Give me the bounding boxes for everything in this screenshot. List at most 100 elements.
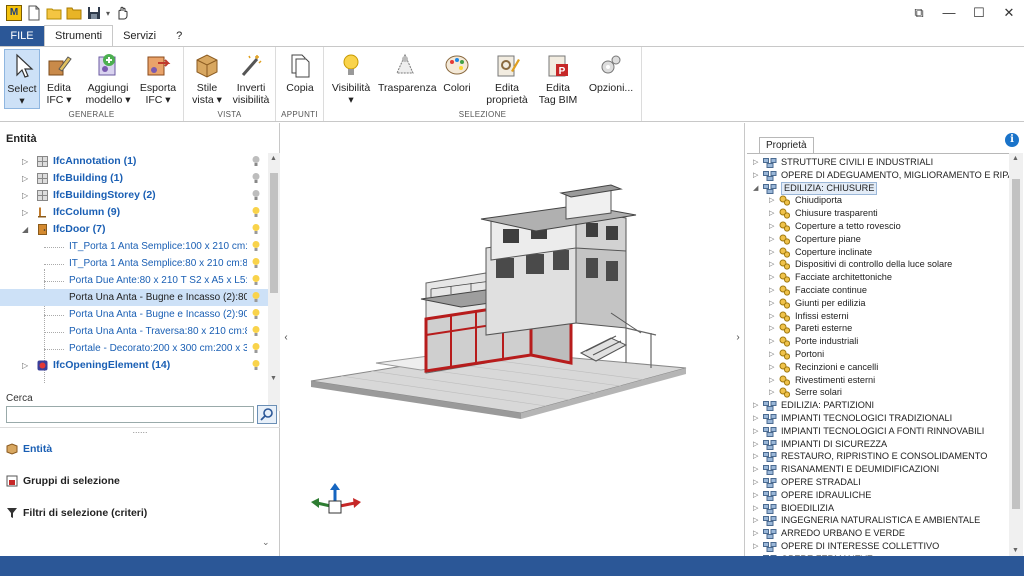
edita-ifc-button[interactable]: Edita IFC ▾ bbox=[42, 49, 76, 109]
property-subcategory-item[interactable]: ▷ Coperture inclinate bbox=[747, 246, 1009, 259]
visibility-bulb-icon[interactable] bbox=[251, 155, 261, 168]
expand-arrow-icon[interactable]: ▷ bbox=[769, 246, 774, 259]
visibility-bulb-icon[interactable] bbox=[251, 257, 261, 270]
tree-item-door-1[interactable]: IT_Porta 1 Anta Semplice:80 x 210 cm:80 … bbox=[0, 255, 268, 272]
expand-arrow-icon[interactable]: ▷ bbox=[22, 357, 28, 374]
expand-arrow-icon[interactable]: ▷ bbox=[753, 425, 758, 438]
property-category-item[interactable]: ▷ OPERE DI ADEGUAMENTO, MIGLIORAMENTO E R… bbox=[747, 169, 1009, 182]
panel-splitter[interactable]: ...... bbox=[0, 426, 280, 435]
expand-arrow-icon[interactable]: ▷ bbox=[753, 156, 758, 169]
visibility-bulb-icon[interactable] bbox=[251, 223, 261, 236]
expand-arrow-icon[interactable]: ▷ bbox=[769, 284, 774, 297]
expand-arrow-icon[interactable]: ▷ bbox=[753, 514, 758, 527]
property-category-item[interactable]: ▷ BIOEDILIZIA bbox=[747, 502, 1009, 515]
search-button[interactable] bbox=[257, 405, 277, 424]
property-category-item[interactable]: ▷ ARREDO URBANO E VERDE bbox=[747, 527, 1009, 540]
property-category-item[interactable]: ▷ OPERE IDRAULICHE bbox=[747, 489, 1009, 502]
expand-arrow-icon[interactable]: ▷ bbox=[753, 450, 758, 463]
tree-item-door-5[interactable]: Porta Una Anta - Traversa:80 x 210 cm:80… bbox=[0, 323, 268, 340]
visibility-bulb-icon[interactable] bbox=[251, 342, 261, 355]
expand-arrow-icon[interactable]: ▷ bbox=[769, 374, 774, 387]
inverti-visibilita-button[interactable]: Inverti visibilità bbox=[230, 49, 272, 109]
tree-item-ifccolumn[interactable]: ▷ IfcColumn (9) bbox=[0, 204, 268, 221]
property-subcategory-item[interactable]: ▷ Serre solari bbox=[747, 386, 1009, 399]
esporta-ifc-button[interactable]: Esporta IFC ▾ bbox=[138, 49, 178, 109]
property-subcategory-item[interactable]: ▷ Portoni bbox=[747, 348, 1009, 361]
nav-entita[interactable]: Entità bbox=[6, 443, 52, 455]
colori-button[interactable]: Colori bbox=[438, 49, 476, 109]
visibilita-button[interactable]: Visibilità ▾ bbox=[330, 49, 372, 109]
expand-arrow-icon[interactable]: ▷ bbox=[769, 233, 774, 246]
expand-arrow-icon[interactable]: ▷ bbox=[753, 169, 758, 182]
nav-filtri-di-selezione[interactable]: Filtri di selezione (criteri) bbox=[6, 507, 147, 519]
tab-file[interactable]: FILE bbox=[0, 26, 44, 46]
expand-arrow-icon[interactable]: ▷ bbox=[22, 187, 28, 204]
expand-arrow-icon[interactable]: ▷ bbox=[753, 399, 758, 412]
tree-item-ifcannotation[interactable]: ▷ IfcAnnotation (1) bbox=[0, 153, 268, 170]
visibility-bulb-icon[interactable] bbox=[251, 291, 261, 304]
scroll-down-icon[interactable]: ▼ bbox=[1012, 547, 1019, 554]
entity-tree-scrollbar[interactable]: ▲ ▼ bbox=[268, 153, 280, 411]
visibility-bulb-icon[interactable] bbox=[251, 325, 261, 338]
expand-arrow-icon[interactable]: ▷ bbox=[769, 207, 774, 220]
copia-button[interactable]: Copia bbox=[282, 49, 318, 109]
expand-arrow-icon[interactable]: ▷ bbox=[769, 322, 774, 335]
restore-icon[interactable]: ⧉ bbox=[904, 0, 934, 26]
scroll-up-icon[interactable]: ▲ bbox=[1012, 155, 1019, 162]
property-subcategory-item[interactable]: ▷ Pareti esterne bbox=[747, 322, 1009, 335]
property-subcategory-item[interactable]: ▷ Coperture a tetto rovescio bbox=[747, 220, 1009, 233]
hand-icon[interactable] bbox=[114, 5, 130, 21]
scrollbar-thumb[interactable] bbox=[1012, 179, 1020, 509]
chevron-down-icon[interactable]: ⌄ bbox=[262, 537, 270, 548]
property-category-item[interactable]: ▷ IMPIANTI TECNOLOGICI A FONTI RINNOVABIL… bbox=[747, 425, 1009, 438]
save-icon[interactable] bbox=[86, 5, 102, 21]
visibility-bulb-icon[interactable] bbox=[251, 274, 261, 287]
visibility-bulb-icon[interactable] bbox=[251, 172, 261, 185]
expand-arrow-icon[interactable]: ▷ bbox=[769, 361, 774, 374]
edita-proprieta-button[interactable]: Edita proprietà bbox=[484, 49, 530, 109]
visibility-bulb-icon[interactable] bbox=[251, 308, 261, 321]
tab-proprieta[interactable]: Proprietà bbox=[759, 137, 814, 153]
property-category-item[interactable]: ▷ RESTAURO, RIPRISTINO E CONSOLIDAMENTO bbox=[747, 450, 1009, 463]
properties-scrollbar[interactable]: ▲ ▼ bbox=[1009, 153, 1023, 556]
scroll-up-icon[interactable]: ▲ bbox=[270, 155, 277, 162]
new-file-icon[interactable] bbox=[26, 5, 42, 21]
property-category-item[interactable]: ▷ IMPIANTI TECNOLOGICI TRADIZIONALI bbox=[747, 412, 1009, 425]
expand-arrow-icon[interactable]: ▷ bbox=[769, 297, 774, 310]
app-logo-icon[interactable]: M bbox=[6, 5, 22, 21]
expand-arrow-icon[interactable]: ▷ bbox=[753, 502, 758, 515]
expand-arrow-icon[interactable]: ▷ bbox=[753, 476, 758, 489]
property-category-item[interactable]: ▷ OPERE DI INTERESSE COLLETTIVO bbox=[747, 540, 1009, 553]
expand-arrow-icon[interactable]: ▷ bbox=[769, 310, 774, 323]
tree-item-door-0[interactable]: IT_Porta 1 Anta Semplice:100 x 210 cm:10… bbox=[0, 238, 268, 255]
aggiungi-modello-button[interactable]: Aggiungi modello ▾ bbox=[82, 49, 134, 109]
expand-arrow-icon[interactable]: ▷ bbox=[769, 194, 774, 207]
axis-gizmo-icon[interactable] bbox=[309, 483, 363, 519]
expand-arrow-icon[interactable]: ▷ bbox=[769, 386, 774, 399]
trasparenza-button[interactable]: Trasparenza bbox=[378, 49, 437, 109]
edita-tag-bim-button[interactable]: P Edita Tag BIM bbox=[536, 49, 580, 109]
expand-arrow-icon[interactable]: ▷ bbox=[769, 220, 774, 233]
dropdown-icon[interactable]: ▾ bbox=[106, 9, 110, 18]
tree-item-door-6[interactable]: Portale - Decorato:200 x 300 cm:200 x 30… bbox=[0, 340, 268, 357]
expand-arrow-icon[interactable]: ▷ bbox=[22, 204, 28, 221]
opzioni-button[interactable]: Opzioni... bbox=[588, 49, 634, 109]
tree-item-door-2[interactable]: Porta Due Ante:80 x 210 T S2 x A5 x L5:8… bbox=[0, 272, 268, 289]
expand-arrow-icon[interactable]: ▷ bbox=[753, 463, 758, 476]
expand-arrow-icon[interactable]: ▷ bbox=[769, 335, 774, 348]
visibility-bulb-icon[interactable] bbox=[251, 189, 261, 202]
property-category-item[interactable]: ▷ OPERE STRADALI bbox=[747, 476, 1009, 489]
property-category-item[interactable]: ▷ INGEGNERIA NATURALISTICA E AMBIENTALE bbox=[747, 514, 1009, 527]
visibility-bulb-icon[interactable] bbox=[251, 206, 261, 219]
property-subcategory-item[interactable]: ▷ Facciate architettoniche bbox=[747, 271, 1009, 284]
maximize-icon[interactable]: ☐ bbox=[964, 0, 994, 26]
expand-arrow-icon[interactable]: ▷ bbox=[769, 271, 774, 284]
property-category-item[interactable]: ◢ EDILIZIA: CHIUSURE bbox=[747, 181, 1009, 195]
tree-item-ifcopeningelement[interactable]: ▷ IfcOpeningElement (14) bbox=[0, 357, 268, 374]
property-category-item[interactable]: ▷ STRUTTURE CIVILI E INDUSTRIALI bbox=[747, 156, 1009, 169]
property-subcategory-item[interactable]: ▷ Coperture piane bbox=[747, 233, 1009, 246]
scroll-down-icon[interactable]: ▼ bbox=[270, 375, 277, 382]
tree-item-ifcbuilding[interactable]: ▷ IfcBuilding (1) bbox=[0, 170, 268, 187]
tree-item-door-3[interactable]: Porta Una Anta - Bugne e Incasso (2):80 … bbox=[0, 289, 268, 306]
property-category-item[interactable]: ▷ IMPIANTI DI SICUREZZA bbox=[747, 438, 1009, 451]
